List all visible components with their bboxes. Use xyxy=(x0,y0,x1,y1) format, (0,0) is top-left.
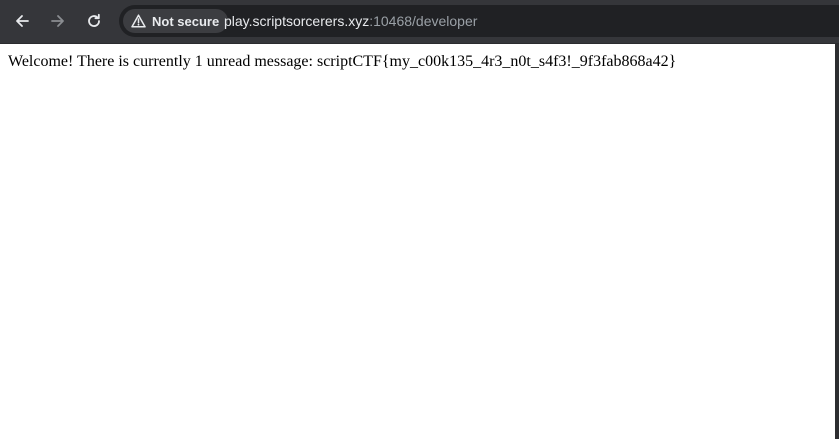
security-label: Not secure xyxy=(152,13,220,29)
reload-button[interactable] xyxy=(79,6,109,36)
browser-toolbar: Not secure play.scriptsorcerers.xyz:1046… xyxy=(0,0,839,44)
welcome-message: Welcome! There is currently 1 unread mes… xyxy=(8,53,677,70)
forward-button[interactable] xyxy=(43,6,73,36)
url-host: play.scriptsorcerers.xyz xyxy=(224,13,370,29)
warning-triangle-icon xyxy=(131,14,146,28)
address-bar[interactable]: Not secure play.scriptsorcerers.xyz:1046… xyxy=(119,5,839,37)
arrow-left-icon xyxy=(14,13,30,29)
url-text[interactable]: play.scriptsorcerers.xyz:10468/developer xyxy=(224,13,477,29)
back-button[interactable] xyxy=(7,6,37,36)
security-chip[interactable]: Not secure xyxy=(123,9,229,33)
url-path: :10468/developer xyxy=(369,13,478,29)
reload-icon xyxy=(86,13,102,29)
scrollbar[interactable] xyxy=(835,44,839,439)
arrow-right-icon xyxy=(50,13,66,29)
